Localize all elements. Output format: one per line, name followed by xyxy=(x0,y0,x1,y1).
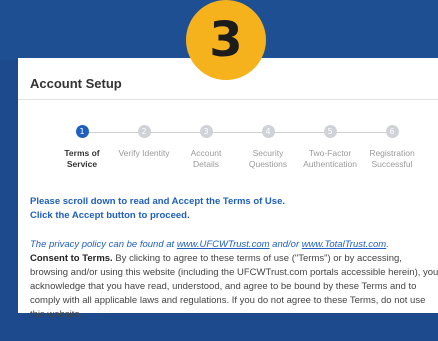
terms-instructions: Please scroll down to read and Accept th… xyxy=(30,195,430,223)
step-label: Security Questions xyxy=(248,148,288,169)
step-label: Two-Factor Authentication xyxy=(303,148,357,169)
step-label: Registration Successful xyxy=(369,148,415,169)
step-account-details: 3 Account Details xyxy=(171,125,241,170)
step-indicator-4: 4 xyxy=(261,125,275,138)
step-indicator-2: 2 xyxy=(137,125,151,138)
step-indicator-1: 1 xyxy=(75,125,89,138)
instruction-accept: Click the Accept button to proceed. xyxy=(30,210,190,221)
badge-number: 3 xyxy=(209,12,243,68)
step-label: Verify Identity xyxy=(118,148,170,158)
step-two-factor-authentication: 5 Two-Factor Authentication xyxy=(295,125,365,170)
instruction-scroll: Please scroll down to read and Accept th… xyxy=(30,196,285,207)
step-indicator-5: 5 xyxy=(323,125,337,138)
consent-to-terms-text: Consent to Terms. By clicking to agree t… xyxy=(30,252,438,322)
step-indicator-3: 3 xyxy=(199,125,213,138)
step-number-badge: 3 xyxy=(186,0,266,80)
step-label: Account Details xyxy=(190,148,222,169)
ufcw-trust-link[interactable]: www.UFCWTrust.com xyxy=(177,239,270,250)
page-title: Account Setup xyxy=(30,76,122,91)
step-security-questions: 4 Security Questions xyxy=(233,125,303,170)
account-setup-card: Account Setup 1 Terms of Service 2 Verif… xyxy=(18,58,438,320)
step-indicator-6: 6 xyxy=(385,125,399,138)
title-divider xyxy=(18,99,438,100)
step-terms-of-service: 1 Terms of Service xyxy=(47,125,117,170)
total-trust-link[interactable]: www.TotalTrust.com xyxy=(302,239,386,250)
step-verify-identity: 2 Verify Identity xyxy=(109,125,179,159)
step-registration-successful: 6 Registration Successful xyxy=(357,125,427,170)
privacy-policy-notice: The privacy policy can be found at www.U… xyxy=(30,239,389,250)
consent-heading: Consent to Terms. xyxy=(30,253,113,264)
step-label: Terms of Service xyxy=(64,148,100,169)
